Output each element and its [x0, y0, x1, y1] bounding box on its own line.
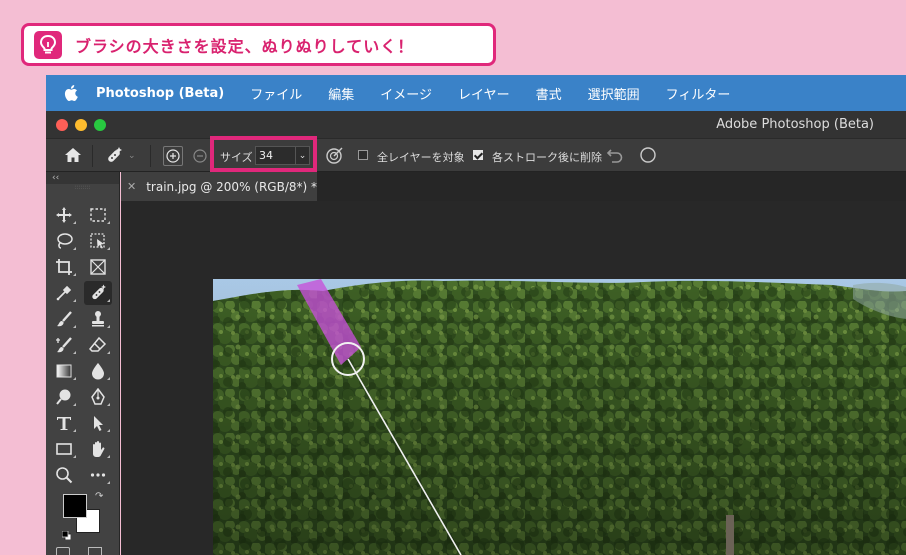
zoom-tool-icon[interactable]: [50, 463, 78, 487]
straight-line-guide: [347, 358, 462, 555]
minimize-window-button[interactable]: [75, 119, 87, 131]
chevron-down-icon: ⌄: [128, 151, 136, 161]
menu-bar: Photoshop (Beta) ファイル 編集 イメージ レイヤー 書式 選択…: [46, 75, 906, 111]
rectangle-tool-icon[interactable]: [50, 437, 78, 461]
document-image[interactable]: [213, 279, 906, 555]
document-tab[interactable]: ✕ train.jpg @ 200% (RGB/8*) *: [121, 172, 317, 201]
circle-outline-icon: [640, 147, 656, 163]
quick-mask-icon[interactable]: [56, 547, 70, 555]
chevron-down-icon[interactable]: ⌄: [295, 147, 309, 164]
window-title: Adobe Photoshop (Beta): [716, 117, 874, 132]
window-titlebar: Adobe Photoshop (Beta): [46, 111, 906, 138]
remove-tool-preset-icon: [108, 147, 122, 162]
panel-grip[interactable]: ::::::::: [46, 184, 119, 194]
hand-tool-icon[interactable]: [84, 437, 112, 461]
path-select-tool-icon[interactable]: [84, 411, 112, 435]
close-icon[interactable]: ✕: [127, 180, 136, 193]
gradient-tool-icon[interactable]: [50, 359, 78, 383]
brush-stroke: [297, 279, 361, 365]
zoom-window-button[interactable]: [94, 119, 106, 131]
circle-minus-icon: [193, 149, 207, 163]
all-layers-label: 全レイヤーを対象: [377, 151, 465, 164]
canvas-area[interactable]: [121, 201, 906, 555]
pressure-icon: [326, 147, 343, 164]
brush-size-value[interactable]: 34: [259, 149, 273, 162]
marquee-tool-icon[interactable]: [84, 203, 112, 227]
color-swatches: ↷: [61, 491, 106, 541]
crop-tool-icon[interactable]: [50, 255, 78, 279]
type-tool-icon[interactable]: [50, 411, 78, 435]
divider: [92, 145, 93, 167]
brush-preview-circle: [640, 147, 656, 163]
menu-type[interactable]: 書式: [536, 84, 562, 103]
app-menu[interactable]: Photoshop (Beta): [96, 86, 224, 101]
undo-button[interactable]: [606, 147, 624, 163]
stamp-tool-icon[interactable]: [84, 307, 112, 331]
more-tools-icon[interactable]: [84, 463, 112, 487]
all-layers-checkbox[interactable]: [358, 150, 368, 160]
brush-size-field[interactable]: 34 ⌄: [255, 146, 310, 165]
brush-tool-icon[interactable]: [50, 307, 78, 331]
dodge-tool-icon[interactable]: [50, 385, 78, 409]
delete-after-stroke-label: 各ストローク後に削除: [492, 151, 602, 164]
history-brush-tool-icon[interactable]: [50, 333, 78, 357]
blur-tool-icon[interactable]: [84, 359, 112, 383]
default-colors-icon[interactable]: [61, 525, 72, 541]
menu-layer[interactable]: レイヤー: [458, 84, 510, 103]
pressure-size-button[interactable]: [325, 147, 343, 165]
apple-icon[interactable]: [64, 85, 78, 101]
add-mode-button[interactable]: [163, 146, 183, 166]
eraser-tool-icon[interactable]: [84, 333, 112, 357]
eyedropper-tool-icon[interactable]: [50, 281, 78, 305]
circle-plus-icon: [166, 149, 180, 163]
pen-tool-icon[interactable]: [84, 385, 112, 409]
subtract-mode-button[interactable]: [193, 149, 207, 163]
undo-icon: [606, 149, 623, 163]
object-select-tool-icon[interactable]: [84, 229, 112, 253]
tip-banner: ブラシの大きさを設定、ぬりぬりしていく！: [21, 23, 496, 66]
menu-file[interactable]: ファイル: [250, 84, 302, 103]
tool-preset-picker[interactable]: ⌄: [104, 146, 136, 166]
tip-text: ブラシの大きさを設定、ぬりぬりしていく！: [75, 36, 415, 56]
close-window-button[interactable]: [56, 119, 68, 131]
lasso-tool-icon[interactable]: [50, 229, 78, 253]
menu-edit[interactable]: 編集: [328, 84, 354, 103]
checkbox-checked[interactable]: [473, 150, 483, 160]
divider: [150, 145, 151, 167]
remove-tool-icon[interactable]: [84, 281, 112, 305]
menu-select[interactable]: 選択範囲: [588, 84, 640, 103]
lightbulb-icon: [34, 30, 62, 59]
screen-mode-icon[interactable]: [88, 547, 102, 555]
size-label: サイズ: [220, 151, 253, 164]
menu-image[interactable]: イメージ: [380, 84, 432, 103]
brush-stroke-overlay: [297, 279, 462, 555]
options-bar: ⌄ サイズ 34 ⌄ 全レイヤーを対象 各ストローク後に削除: [46, 136, 906, 172]
checkbox-unchecked[interactable]: [358, 150, 368, 160]
swap-colors-icon[interactable]: ↷: [95, 491, 103, 502]
home-icon[interactable]: [64, 147, 82, 163]
delete-after-stroke-checkbox[interactable]: [473, 150, 483, 160]
tools-panel: ‹‹ :::::::: ↷: [46, 172, 120, 555]
collapse-panel-button[interactable]: ‹‹: [46, 172, 119, 184]
document-tab-label: train.jpg @ 200% (RGB/8*) *: [146, 179, 318, 194]
document-tab-bar: ✕ train.jpg @ 200% (RGB/8*) *: [121, 172, 906, 201]
move-tool-icon[interactable]: [50, 203, 78, 227]
foreground-color-swatch[interactable]: [63, 494, 87, 518]
menu-filter[interactable]: フィルター: [666, 84, 731, 103]
frame-tool-icon[interactable]: [84, 255, 112, 279]
